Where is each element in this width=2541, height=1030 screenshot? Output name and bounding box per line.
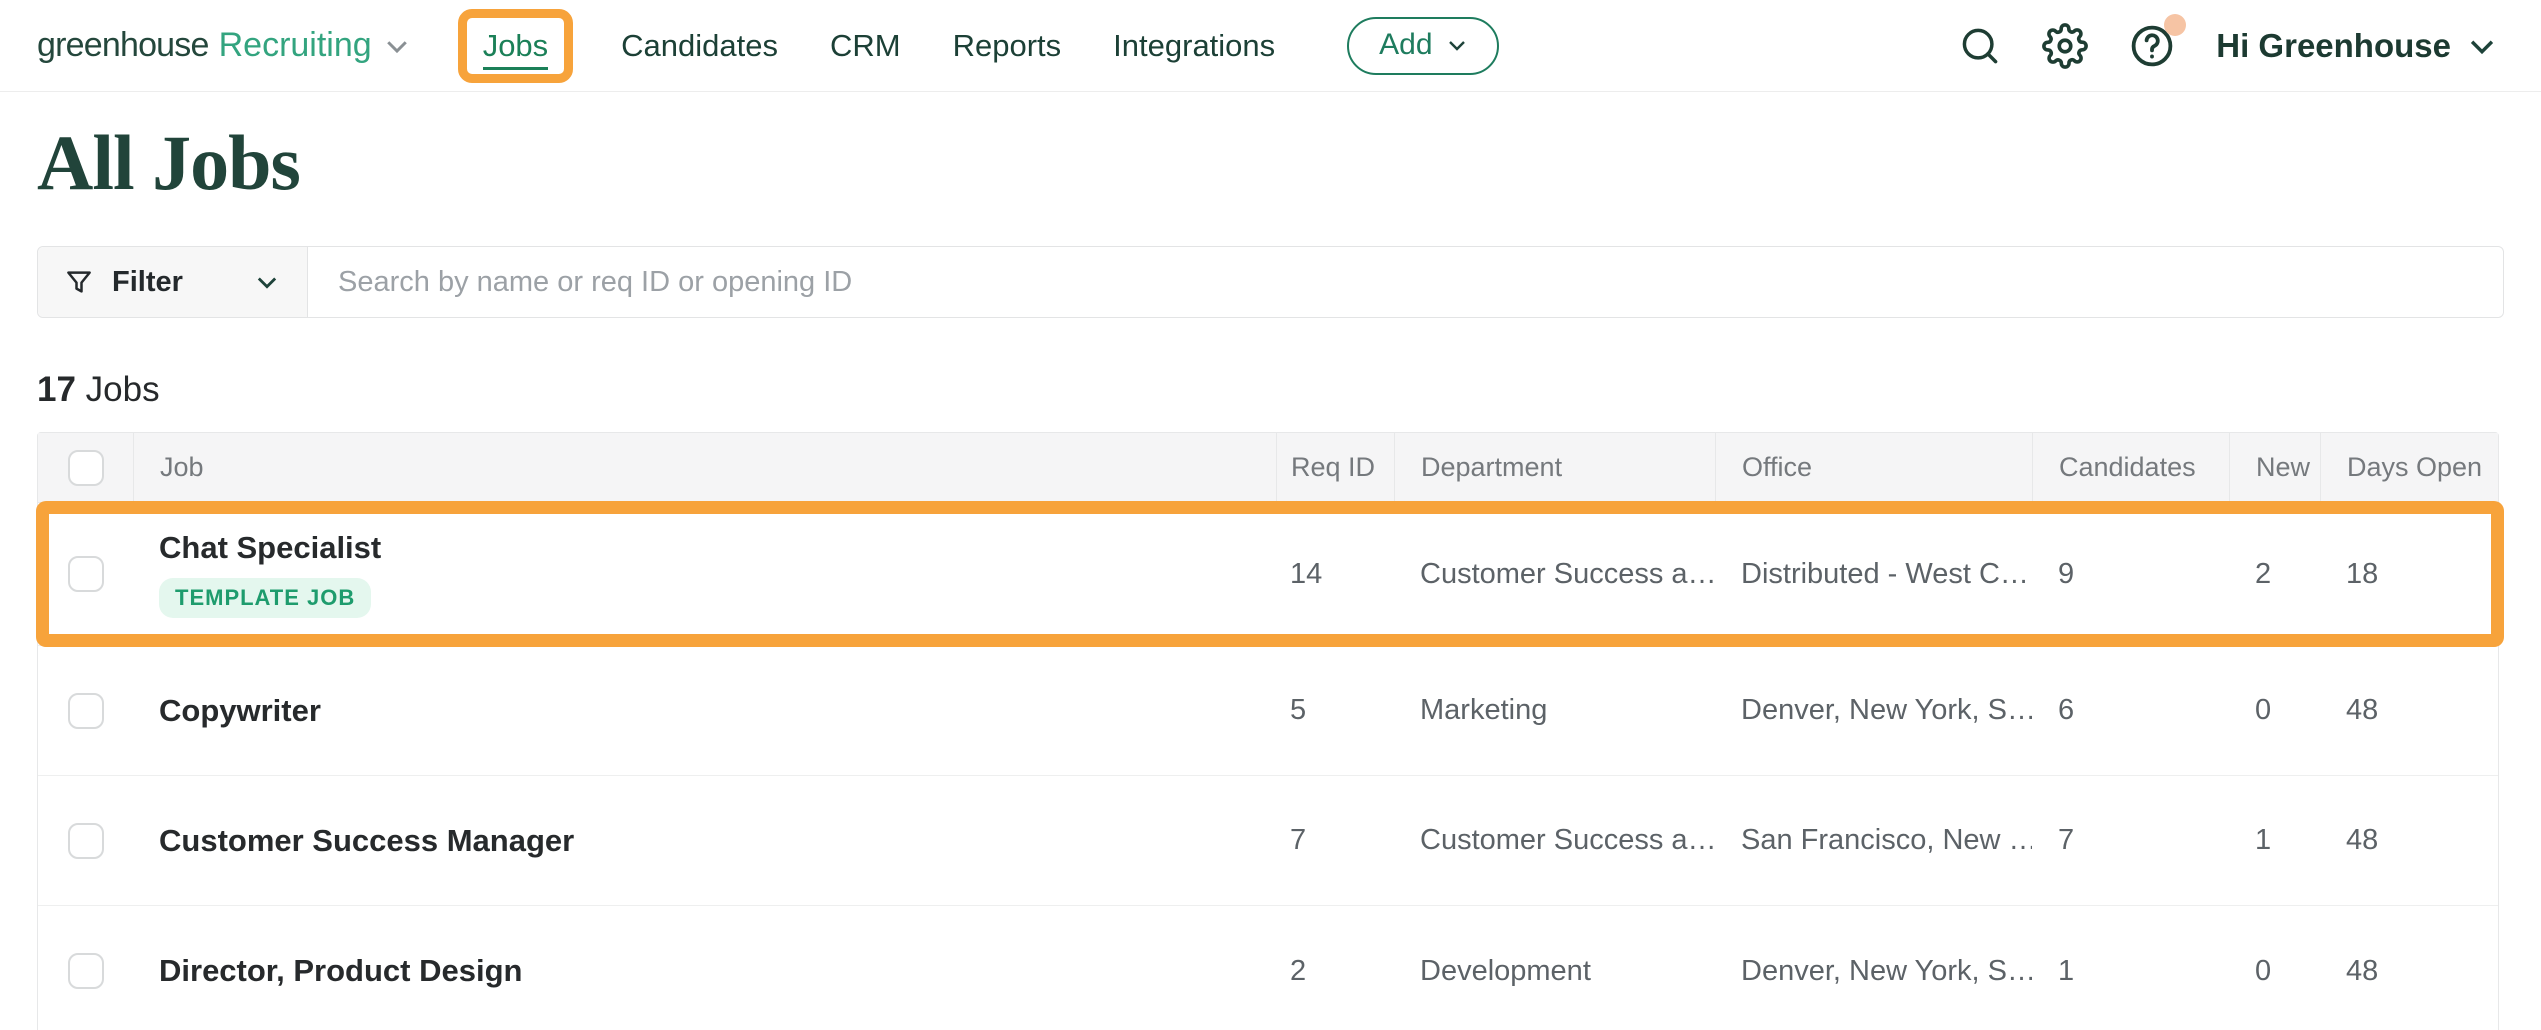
req-id-cell: 2 <box>1276 955 1394 988</box>
days-open-cell: 18 <box>2320 558 2498 591</box>
candidates-cell: 7 <box>2032 824 2229 857</box>
req-id-cell: 7 <box>1276 824 1394 857</box>
nav-tab-reports[interactable]: Reports <box>953 28 1062 64</box>
days-open-cell: 48 <box>2320 694 2498 727</box>
row-checkbox[interactable] <box>68 693 104 729</box>
candidates-cell: 6 <box>2032 694 2229 727</box>
job-name-link[interactable]: Customer Success Manager <box>159 823 1276 859</box>
gear-icon[interactable] <box>2042 23 2088 69</box>
jobs-table: Job Req ID Department Office Candidates … <box>37 432 2499 1030</box>
column-header-job[interactable]: Job <box>133 433 1276 502</box>
office-cell: Denver, New York, S… <box>1715 955 2032 988</box>
notification-dot <box>2164 14 2186 36</box>
topbar-actions: Hi Greenhouse <box>1958 22 2499 70</box>
days-open-cell: 48 <box>2320 824 2498 857</box>
logo-product-text: Recruiting <box>219 26 372 65</box>
candidates-cell: 1 <box>2032 955 2229 988</box>
select-all-checkbox[interactable] <box>68 450 104 486</box>
row-checkbox[interactable] <box>68 953 104 989</box>
table-row[interactable]: Customer Success Manager 7 Customer Succ… <box>38 776 2498 906</box>
row-checkbox[interactable] <box>68 556 104 592</box>
jobs-count: 17 Jobs <box>37 370 2541 410</box>
office-cell: San Francisco, New … <box>1715 824 2032 857</box>
office-cell: Distributed - West C… <box>1715 558 2032 591</box>
nav-tab-jobs[interactable]: Jobs <box>483 28 548 70</box>
filter-funnel-icon <box>64 267 94 297</box>
candidates-cell: 9 <box>2032 558 2229 591</box>
table-row[interactable]: Chat Specialist TEMPLATE JOB 14 Customer… <box>38 503 2498 646</box>
top-navigation-bar: greenhouse Recruiting Jobs Candidates CR… <box>0 0 2541 92</box>
nav-tab-candidates[interactable]: Candidates <box>621 28 778 64</box>
department-cell: Development <box>1394 955 1715 988</box>
req-id-cell: 14 <box>1276 558 1394 591</box>
new-cell: 2 <box>2229 558 2320 591</box>
chevron-down-icon <box>382 31 412 61</box>
filter-button-label: Filter <box>112 266 183 299</box>
department-cell: Marketing <box>1394 694 1715 727</box>
app-logo[interactable]: greenhouse Recruiting <box>37 26 412 65</box>
add-button[interactable]: Add <box>1347 17 1498 75</box>
row-checkbox[interactable] <box>68 823 104 859</box>
user-name: Hi Greenhouse <box>2216 27 2451 65</box>
table-header-row: Job Req ID Department Office Candidates … <box>38 433 2498 503</box>
chevron-down-icon <box>2465 29 2499 63</box>
filter-button[interactable]: Filter <box>38 247 308 317</box>
jobs-count-label: Jobs <box>86 370 160 409</box>
nav-tab-crm[interactable]: CRM <box>830 28 901 64</box>
search-input[interactable] <box>308 247 2503 317</box>
jobs-tab-annotation-box: Jobs <box>458 9 573 83</box>
column-header-candidates[interactable]: Candidates <box>2032 433 2229 502</box>
chevron-down-icon <box>253 268 281 296</box>
job-name-link[interactable]: Chat Specialist <box>159 530 1276 566</box>
department-cell: Customer Success a… <box>1394 824 1715 857</box>
add-button-label: Add <box>1379 28 1432 62</box>
new-cell: 0 <box>2229 955 2320 988</box>
logo-brand-text: greenhouse <box>37 26 209 65</box>
user-menu[interactable]: Hi Greenhouse <box>2216 27 2499 65</box>
days-open-cell: 48 <box>2320 955 2498 988</box>
table-row[interactable]: Director, Product Design 2 Development D… <box>38 906 2498 1030</box>
page-title: All Jobs <box>37 116 2541 210</box>
column-header-new[interactable]: New <box>2229 433 2320 502</box>
column-header-office[interactable]: Office <box>1715 433 2032 502</box>
job-name-link[interactable]: Copywriter <box>159 693 1276 729</box>
department-cell: Customer Success a… <box>1394 558 1715 591</box>
column-header-department[interactable]: Department <box>1394 433 1715 502</box>
main-nav: Jobs Candidates CRM Reports Integrations <box>462 9 1275 83</box>
jobs-count-number: 17 <box>37 370 76 409</box>
column-header-days-open[interactable]: Days Open <box>2320 433 2498 502</box>
filter-bar: Filter <box>37 246 2504 318</box>
new-cell: 0 <box>2229 694 2320 727</box>
template-job-badge: TEMPLATE JOB <box>159 578 371 618</box>
req-id-cell: 5 <box>1276 694 1394 727</box>
search-icon[interactable] <box>1958 24 2002 68</box>
job-name-link[interactable]: Director, Product Design <box>159 953 1276 989</box>
office-cell: Denver, New York, S… <box>1715 694 2032 727</box>
table-row[interactable]: Copywriter 5 Marketing Denver, New York,… <box>38 646 2498 776</box>
new-cell: 1 <box>2229 824 2320 857</box>
help-icon[interactable] <box>2128 22 2176 70</box>
column-header-req-id[interactable]: Req ID <box>1276 433 1394 502</box>
chevron-down-icon <box>1445 33 1469 57</box>
nav-tab-integrations[interactable]: Integrations <box>1113 28 1275 64</box>
